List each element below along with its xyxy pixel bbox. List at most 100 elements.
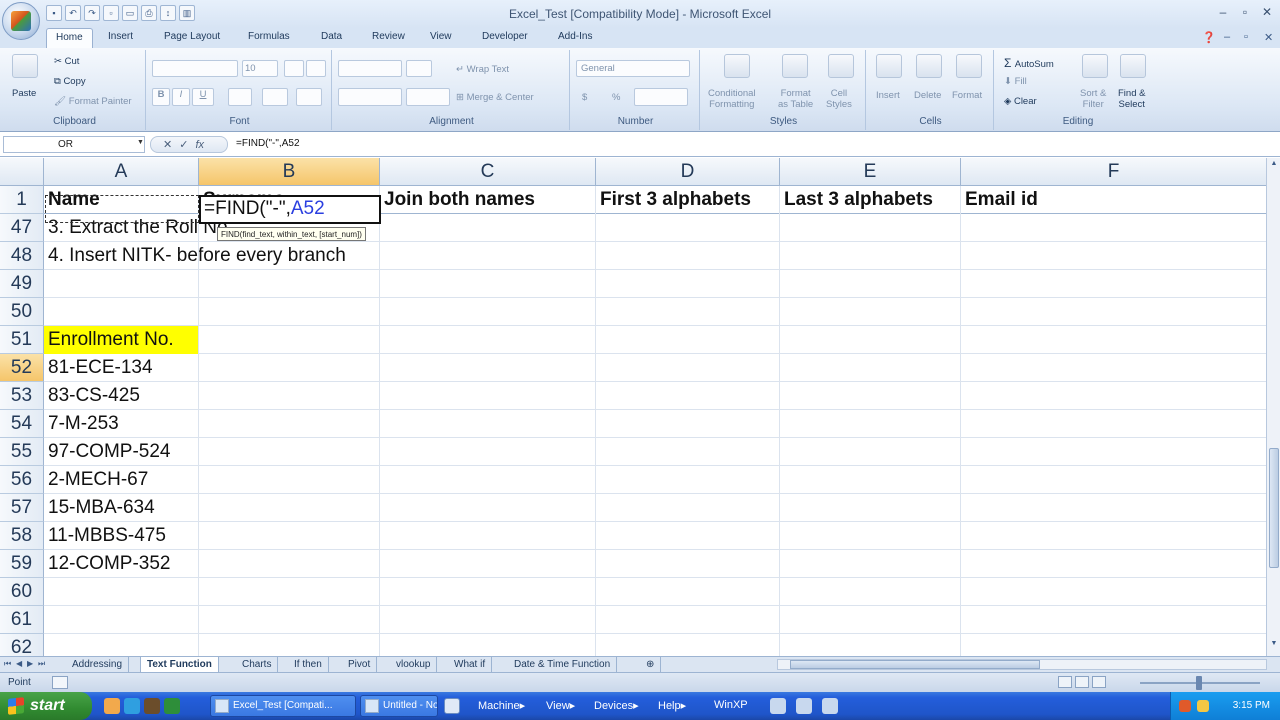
grow-font-icon[interactable] (284, 60, 304, 77)
underline-button[interactable]: U (192, 88, 214, 106)
tab-view[interactable]: View (430, 31, 452, 42)
vm-close-icon[interactable] (822, 698, 838, 714)
autosum-button[interactable]: Σ AutoSum (1004, 56, 1054, 70)
column-header-f[interactable]: F (961, 158, 1266, 186)
cell-a57[interactable]: 15-MBA-634 (44, 494, 155, 522)
cancel-icon[interactable]: ✕ (163, 138, 172, 151)
select-all-corner[interactable] (0, 158, 44, 186)
number-format-select[interactable]: General (576, 60, 690, 77)
format-painter-button[interactable]: 🖌 Format Painter (54, 96, 132, 107)
macro-record-icon[interactable] (52, 676, 68, 689)
row-header-1[interactable]: 1 (0, 186, 44, 214)
insert-cells-button[interactable]: Insert (876, 90, 900, 101)
cell-a53[interactable]: 83-CS-425 (44, 382, 140, 410)
horizontal-scrollbar[interactable] (777, 659, 1267, 670)
tab-home[interactable]: Home (46, 28, 93, 49)
row-header-55[interactable]: 55 (0, 438, 44, 466)
tab-page-layout[interactable]: Page Layout (164, 31, 220, 42)
cell-a59[interactable]: 12-COMP-352 (44, 550, 171, 578)
sheet-tab-charts[interactable]: Charts (236, 657, 279, 672)
row-header-62[interactable]: 62 (0, 634, 44, 656)
next-sheet-icon[interactable]: ▶ (27, 659, 33, 668)
cut-button[interactable]: ✂ Cut (54, 56, 79, 67)
column-header-c[interactable]: C (380, 158, 596, 186)
vm-pen-icon[interactable] (444, 698, 460, 714)
insert-function-icon[interactable]: fx (195, 139, 204, 151)
page-layout-view-icon[interactable] (1075, 676, 1089, 688)
copy-button[interactable]: ⧉ Copy (54, 76, 86, 87)
active-cell-formula[interactable]: =FIND("-",A52 (204, 196, 325, 222)
find-select-button[interactable]: Find & Select (1118, 88, 1145, 110)
cell-a56[interactable]: 2-MECH-67 (44, 466, 148, 494)
format-as-table-icon[interactable] (782, 54, 808, 78)
binoculars-icon[interactable] (1120, 54, 1146, 78)
insert-sheet-icon[interactable]: ⊕ (640, 657, 662, 672)
tab-insert[interactable]: Insert (108, 31, 133, 42)
sheet-tab-date-time-function[interactable]: Date & Time Function (508, 657, 618, 672)
horizontal-align-icons[interactable] (338, 88, 402, 106)
insert-cells-icon[interactable] (876, 54, 902, 78)
row-header-48[interactable]: 48 (0, 242, 44, 270)
wrap-text-button[interactable]: ↵ Wrap Text (456, 64, 509, 75)
bold-button[interactable]: B (152, 88, 170, 106)
quicklaunch-icon-1[interactable] (104, 698, 120, 714)
tray-icon-2[interactable] (1197, 700, 1209, 712)
workbook-restore-icon[interactable]: ▫ (1244, 31, 1248, 43)
format-cells-button[interactable]: Format (952, 90, 982, 101)
row-header-61[interactable]: 61 (0, 606, 44, 634)
workbook-minimize-icon[interactable]: ‒ (1224, 31, 1230, 43)
taskbar-notepad-button[interactable]: Untitled - Notepad (360, 695, 438, 717)
row-header-54[interactable]: 54 (0, 410, 44, 438)
cell-a55[interactable]: 97-COMP-524 (44, 438, 171, 466)
cell-a54[interactable]: 7-M-253 (44, 410, 119, 438)
quicklaunch-icon-3[interactable] (144, 698, 160, 714)
tray-icon-1[interactable] (1179, 700, 1191, 712)
clear-button[interactable]: ◈ Clear (1004, 96, 1037, 107)
name-box[interactable]: OR (3, 136, 145, 153)
enter-icon[interactable]: ✓ (179, 138, 188, 151)
orientation-icon[interactable] (406, 60, 432, 77)
maximize-button[interactable]: ▫ (1236, 5, 1254, 19)
cell-a48[interactable]: 4. Insert NITK- before every branch (44, 242, 346, 270)
row-header-47[interactable]: 47 (0, 214, 44, 242)
header-cell-e[interactable]: Last 3 alphabets (780, 186, 933, 214)
fill-button[interactable]: ⬇ Fill (1004, 76, 1027, 87)
menu-view[interactable]: View▸ (546, 699, 575, 712)
sheet-tab-addressing[interactable]: Addressing (66, 657, 130, 672)
quicklaunch-icon-2[interactable] (124, 698, 140, 714)
fill-color-icon[interactable] (262, 88, 288, 106)
first-sheet-icon[interactable]: ⏮ (4, 659, 11, 669)
column-header-a[interactable]: A (44, 158, 199, 186)
minimize-button[interactable]: ‒ (1214, 5, 1232, 19)
paste-button[interactable]: Paste (12, 88, 36, 99)
menu-devices[interactable]: Devices▸ (594, 699, 639, 712)
menu-winxp[interactable]: WinXP (714, 699, 748, 711)
sheet-tab-vlookup[interactable]: vlookup (390, 657, 438, 672)
cell-a51[interactable]: Enrollment No. (44, 326, 199, 354)
cell-a58[interactable]: 11-MBBS-475 (44, 522, 166, 550)
row-header-50[interactable]: 50 (0, 298, 44, 326)
vm-fullscreen-icon[interactable] (770, 698, 786, 714)
zoom-slider-thumb[interactable] (1196, 676, 1202, 690)
currency-button[interactable]: $ (582, 92, 587, 103)
row-header-60[interactable]: 60 (0, 578, 44, 606)
menu-machine[interactable]: Machine▸ (478, 699, 525, 712)
vertical-scrollbar[interactable]: ▲ ▼ (1266, 158, 1280, 656)
sort-filter-button[interactable]: Sort & Filter (1080, 88, 1106, 110)
quicklaunch-icon-4[interactable] (164, 698, 180, 714)
conditional-formatting-icon[interactable] (724, 54, 750, 78)
vertical-scroll-thumb[interactable] (1269, 448, 1279, 568)
cell-styles-button[interactable]: Cell Styles (826, 88, 852, 110)
format-cells-icon[interactable] (956, 54, 982, 78)
decimal-icons[interactable] (634, 88, 688, 106)
font-color-icon[interactable] (296, 88, 322, 106)
close-button[interactable]: ✕ (1258, 5, 1276, 19)
paste-icon[interactable] (12, 54, 38, 78)
sheet-tab-if-then[interactable]: If then (288, 657, 329, 672)
tab-data[interactable]: Data (321, 31, 342, 42)
row-header-49[interactable]: 49 (0, 270, 44, 298)
prev-sheet-icon[interactable]: ◀ (16, 659, 22, 668)
borders-icon[interactable] (228, 88, 252, 106)
last-sheet-icon[interactable]: ⏭ (38, 659, 45, 669)
header-cell-d[interactable]: First 3 alphabets (596, 186, 751, 214)
